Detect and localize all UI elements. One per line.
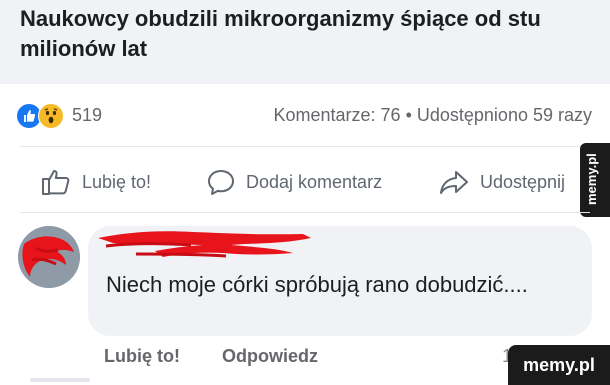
comment-button-label: Dodaj komentarz	[246, 171, 383, 192]
comment-like-link[interactable]: Lubię to!	[104, 346, 180, 367]
share-button-label: Udostępnij	[480, 171, 566, 192]
watermark-side-text: memy.pl	[584, 153, 599, 205]
divider	[20, 146, 590, 147]
link-preview-card[interactable]: Naukowcy obudzili mikroorganizmy śpiące …	[0, 0, 610, 84]
like-button[interactable]: Lubię to!	[40, 160, 151, 204]
post-actions-bar: Lubię to! Dodaj komentarz Udostępnij	[0, 160, 580, 204]
site-watermark-side: memy.pl	[580, 143, 610, 217]
redacted-avatar-scribble	[18, 226, 80, 288]
divider	[20, 212, 590, 213]
comments-shares-count[interactable]: Komentarze: 76 • Udostępniono 59 razy	[274, 105, 593, 126]
comment-reply-link[interactable]: Odpowiedz	[222, 346, 318, 367]
share-button[interactable]: Udostępnij	[438, 160, 565, 204]
commenter-avatar[interactable]	[18, 226, 80, 288]
reaction-icons[interactable]	[16, 103, 68, 129]
comment-text: Niech moje córki spróbują rano dobudzić.…	[106, 272, 528, 297]
redacted-author-name	[98, 231, 311, 258]
link-title[interactable]: Naukowcy obudzili mikroorganizmy śpiące …	[20, 4, 590, 64]
comment-bubble[interactable]: Niech moje córki spróbują rano dobudzić.…	[88, 226, 592, 336]
reactions-stats-row: 519 Komentarze: 76 • Udostępniono 59 raz…	[0, 96, 610, 136]
thumbs-up-icon	[42, 170, 70, 195]
wow-reaction-icon	[38, 103, 64, 129]
next-comment-placeholder	[30, 378, 90, 382]
watermark-corner-text: memy.pl	[523, 354, 595, 375]
site-watermark-corner: memy.pl	[508, 345, 610, 385]
comment-bubble-icon	[208, 170, 234, 195]
like-button-label: Lubię to!	[82, 171, 152, 192]
share-arrow-icon	[440, 171, 468, 194]
reaction-count[interactable]: 519	[72, 105, 102, 126]
comment-button[interactable]: Dodaj komentarz	[206, 160, 382, 204]
